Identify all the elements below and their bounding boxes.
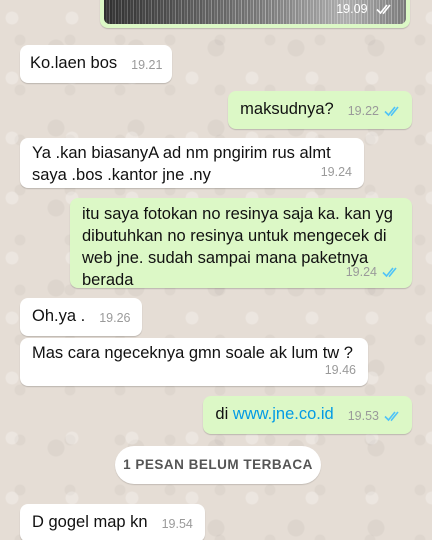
message-time: 19.26 xyxy=(99,311,131,325)
message-text: maksudnya? xyxy=(240,100,334,118)
double-check-read-icon xyxy=(382,267,397,278)
double-check-read-icon xyxy=(376,4,391,15)
message-time: 19.24 xyxy=(345,265,377,279)
message-meta: 19.53 xyxy=(348,405,402,427)
double-check-read-icon xyxy=(384,411,399,422)
message-text: di www.jne.co.id xyxy=(215,405,334,423)
message-meta: 19.09 xyxy=(336,2,394,16)
incoming-message[interactable]: Ya .kan biasanyA ad nm pngirim rus almt … xyxy=(20,138,364,188)
message-time: 19.09 xyxy=(336,2,368,16)
incoming-message[interactable]: Oh.ya . 19.26 xyxy=(20,298,143,336)
image-message[interactable]: 19.09 xyxy=(100,0,410,28)
message-time: 19.22 xyxy=(347,104,379,118)
message-meta: 19.22 xyxy=(348,100,402,122)
message-time: 19.46 xyxy=(324,363,356,377)
outgoing-message[interactable]: di www.jne.co.id 19.53 xyxy=(203,396,412,434)
incoming-message[interactable]: Mas cara ngeceknya gmn soale ak lum tw ?… xyxy=(20,338,368,386)
message-time: 19.54 xyxy=(161,517,193,531)
incoming-message[interactable]: D gogel map kn 19.54 xyxy=(20,504,205,540)
outgoing-message[interactable]: maksudnya? 19.22 xyxy=(228,91,412,129)
double-check-read-icon xyxy=(384,106,399,117)
message-text: Ya .kan biasanyA ad nm pngirim rus almt … xyxy=(32,144,331,184)
message-text: Ko.laen bos xyxy=(30,54,118,72)
incoming-message[interactable]: Ko.laen bos 19.21 xyxy=(20,45,173,83)
jne-website-link[interactable]: www.jne.co.id xyxy=(233,405,334,423)
message-time: 19.21 xyxy=(131,58,163,72)
unread-messages-banner: 1 PESAN BELUM TERBACA xyxy=(115,446,321,484)
message-text: Mas cara ngeceknya gmn soale ak lum tw ? xyxy=(32,344,353,362)
message-time: 19.24 xyxy=(320,165,352,179)
message-meta: 19.24 xyxy=(346,261,400,283)
message-text: Oh.ya . xyxy=(32,307,86,325)
message-text: D gogel map kn xyxy=(32,513,148,531)
outgoing-message[interactable]: itu saya fotokan no resinya saja ka. kan… xyxy=(70,198,412,289)
message-time: 19.53 xyxy=(347,409,379,423)
